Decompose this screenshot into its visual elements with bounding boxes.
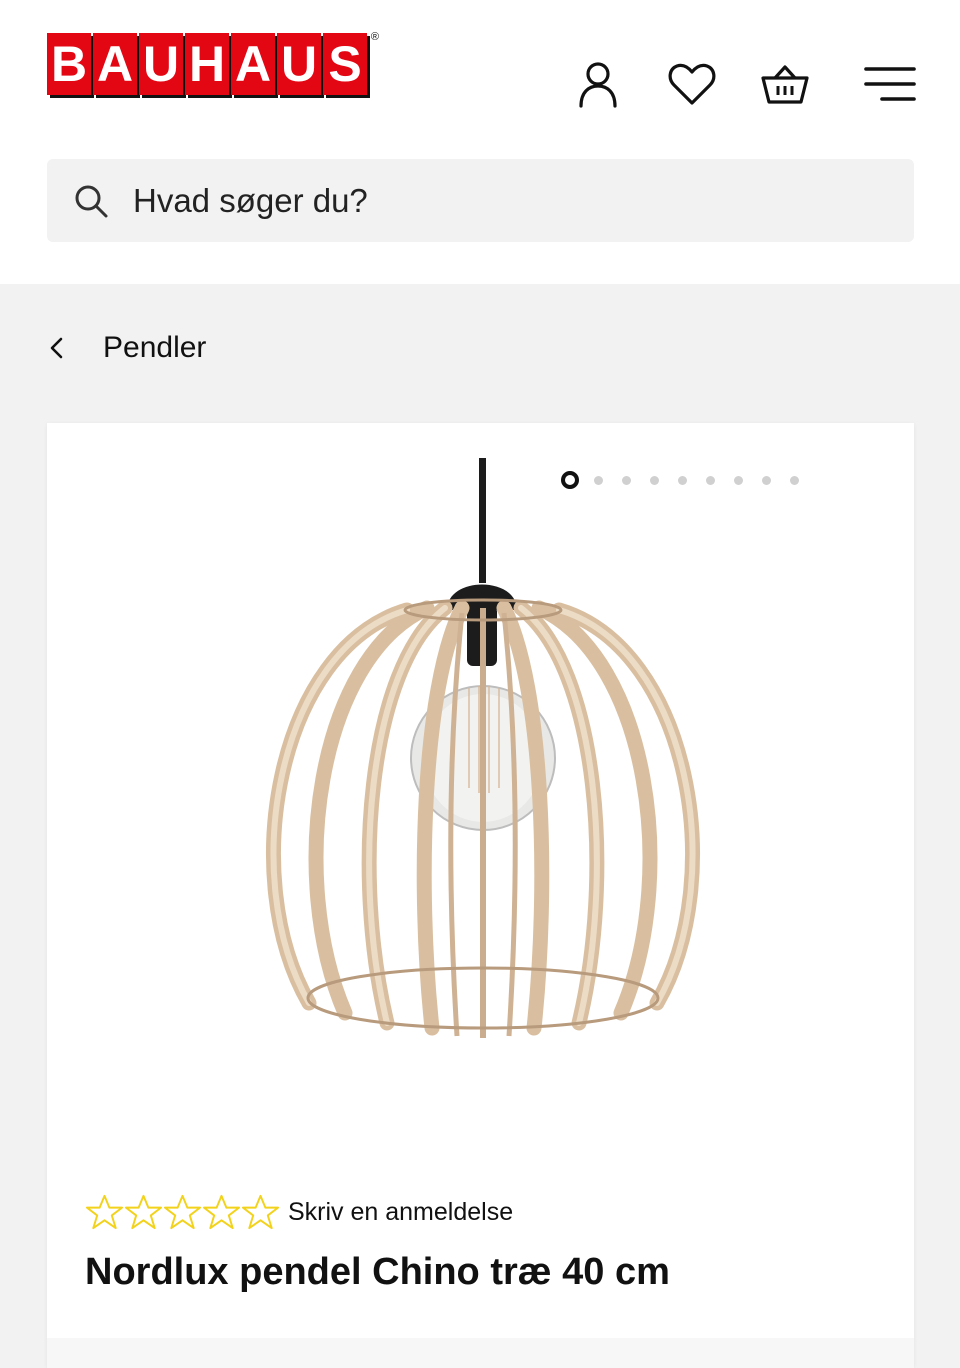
- logo-letter: S: [323, 33, 367, 95]
- menu-icon[interactable]: [862, 58, 918, 110]
- star-outline-icon: [241, 1194, 280, 1230]
- breadcrumb-label: Pendler: [103, 331, 207, 364]
- account-icon[interactable]: [572, 58, 624, 110]
- logo-letter: H: [185, 33, 229, 95]
- logo-letter: B: [47, 33, 91, 95]
- search-bar[interactable]: [47, 159, 914, 242]
- product-card: Skriv en anmeldelse Nordlux pendel Chino…: [47, 423, 914, 1368]
- rating-stars: [85, 1193, 280, 1232]
- search-input[interactable]: [133, 159, 833, 242]
- basket-icon[interactable]: [759, 58, 811, 110]
- product-title: Nordlux pendel Chino træ 40 cm: [85, 1251, 670, 1293]
- star-outline-icon: [202, 1194, 241, 1230]
- carousel-dot[interactable]: [790, 475, 799, 485]
- card-bottom-section: [47, 1338, 914, 1368]
- logo-letter: A: [231, 33, 275, 95]
- product-image[interactable]: [217, 458, 747, 1078]
- bauhaus-logo[interactable]: B A U H A U S ®: [47, 31, 379, 97]
- site-header: B A U H A U S ®: [0, 0, 960, 284]
- star-outline-icon: [124, 1194, 163, 1230]
- registered-mark: ®: [370, 31, 379, 43]
- star-outline-icon: [163, 1194, 202, 1230]
- wishlist-heart-icon[interactable]: [666, 58, 718, 110]
- carousel-dot[interactable]: [762, 475, 771, 485]
- chevron-left-icon: [50, 337, 63, 359]
- logo-letter: A: [93, 33, 137, 95]
- logo-letter: U: [277, 33, 321, 95]
- star-outline-icon: [85, 1194, 124, 1230]
- logo-letter: U: [139, 33, 183, 95]
- breadcrumb-back[interactable]: Pendler: [47, 318, 206, 378]
- write-review-link[interactable]: Skriv en anmeldelse: [288, 1198, 513, 1227]
- product-rating[interactable]: Skriv en anmeldelse: [85, 1193, 513, 1232]
- search-icon: [75, 185, 108, 218]
